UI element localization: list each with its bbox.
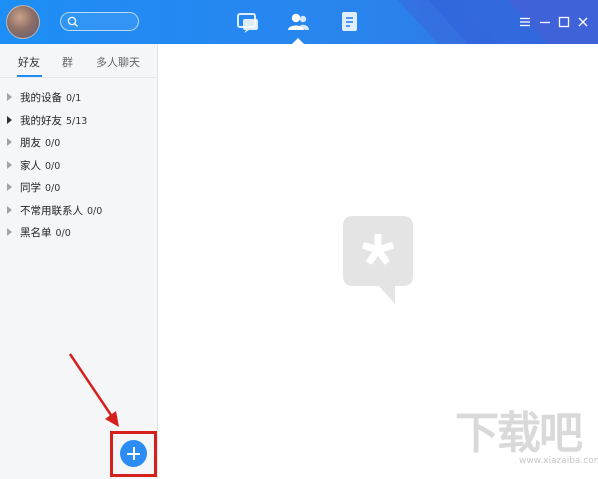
expand-arrow-icon [7, 205, 12, 214]
menu-button[interactable] [518, 14, 532, 28]
group-count: 0/1 [66, 93, 82, 104]
group-friends[interactable]: 朋友 0/0 [0, 133, 158, 156]
group-count: 0/0 [45, 183, 61, 194]
group-name: 朋友 [20, 137, 41, 149]
maximize-icon [558, 16, 570, 28]
add-contact-button[interactable] [120, 440, 147, 467]
contacts-sidebar: 好友 群 多人聊天 我的设备 0/1 我的好友 5/13 朋友 0/0 家人 0/0 [0, 44, 158, 479]
title-bar [0, 0, 598, 44]
watermark-text: 下载吧 [455, 408, 583, 459]
expand-arrow-icon [7, 183, 12, 191]
group-count: 0/0 [45, 138, 61, 149]
maximize-button[interactable] [557, 14, 571, 28]
tab-groups[interactable]: 群 [62, 54, 73, 70]
search-input[interactable] [60, 12, 139, 31]
chat-icon [237, 13, 258, 33]
group-my-devices[interactable]: 我的设备 0/1 [0, 88, 158, 111]
watermark-url: www.xiazaiba.com [519, 456, 598, 466]
close-icon [578, 17, 588, 27]
group-name: 家人 [20, 159, 41, 172]
group-classmates[interactable]: 同学 0/0 [0, 178, 158, 201]
empty-state-logo [343, 216, 413, 304]
expand-arrow-icon [7, 228, 12, 236]
group-count: 0/0 [55, 228, 71, 239]
group-name: 同学 [20, 182, 41, 194]
tab-friends[interactable]: 好友 [18, 54, 40, 70]
tab-contacts[interactable] [286, 10, 310, 44]
tab-files[interactable] [338, 10, 362, 34]
expand-arrow-icon [7, 115, 12, 124]
group-count: 0/0 [45, 160, 61, 172]
sidebar-tabs: 好友 群 多人聊天 [0, 44, 157, 78]
minimize-button[interactable] [538, 14, 552, 28]
search-icon [67, 16, 78, 27]
group-infrequent-contacts[interactable]: 不常用联系人 0/0 [0, 201, 158, 224]
group-name: 黑名单 [20, 227, 52, 239]
group-count: 5/13 [66, 115, 88, 127]
document-icon [342, 12, 357, 31]
app-window: 好友 群 多人聊天 我的设备 0/1 我的好友 5/13 朋友 0/0 家人 0/0 [0, 0, 598, 479]
tab-multi-chat[interactable]: 多人聊天 [96, 54, 140, 70]
group-name: 不常用联系人 [20, 204, 83, 217]
group-family[interactable]: 家人 0/0 [0, 156, 158, 179]
expand-arrow-icon [7, 93, 12, 101]
group-blacklist[interactable]: 黑名单 0/0 [0, 223, 158, 246]
expand-arrow-icon [7, 160, 12, 169]
minimize-icon [540, 21, 550, 24]
group-my-friends[interactable]: 我的好友 5/13 [0, 111, 158, 134]
close-button[interactable] [576, 14, 590, 28]
group-name: 我的设备 [20, 92, 62, 104]
group-count: 0/0 [87, 205, 103, 217]
tab-messages[interactable] [236, 10, 260, 34]
active-tab-indicator [17, 75, 42, 77]
watermark: 下载吧 www.xiazaiba.com [455, 408, 598, 476]
contacts-icon [288, 13, 309, 30]
expand-arrow-icon [7, 138, 12, 146]
group-name: 我的好友 [20, 114, 62, 127]
hamburger-icon [520, 17, 530, 27]
friend-group-list: 我的设备 0/1 我的好友 5/13 朋友 0/0 家人 0/0 同学 0/0 不常用联系… [0, 88, 158, 246]
avatar[interactable] [6, 5, 40, 39]
